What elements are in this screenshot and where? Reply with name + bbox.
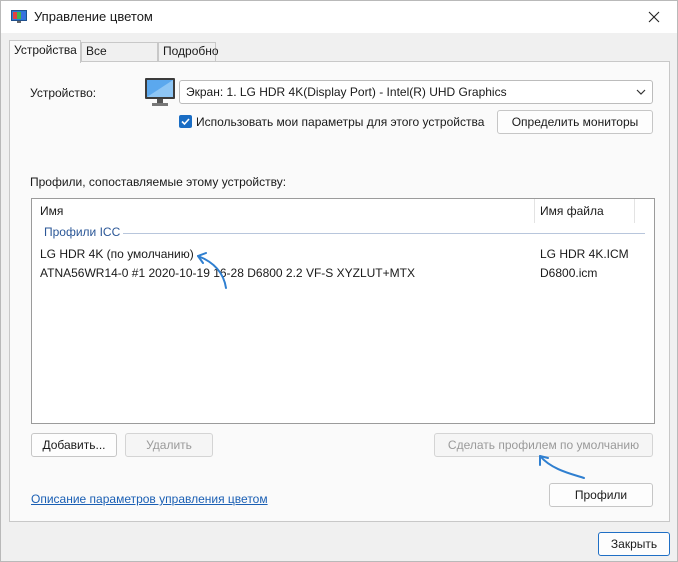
- add-profile-button[interactable]: Добавить...: [31, 433, 117, 457]
- color-management-help-link[interactable]: Описание параметров управления цветом: [31, 492, 268, 506]
- tab-devices[interactable]: Устройства: [9, 40, 81, 63]
- close-icon: [648, 11, 660, 22]
- devices-tab-panel: Устройство: Экран: 1. LG HDR 4K(Display …: [9, 61, 670, 522]
- column-header-name[interactable]: Имя: [40, 199, 63, 223]
- annotation-arrow-icon: [539, 455, 585, 479]
- remove-profile-button[interactable]: Удалить: [125, 433, 213, 457]
- color-management-window: Управление цветом Устройства Все профили…: [0, 0, 678, 562]
- chevron-down-icon: [636, 89, 646, 95]
- close-button[interactable]: Закрыть: [598, 532, 670, 556]
- monitor-icon: [145, 78, 175, 106]
- profile-row-name[interactable]: LG HDR 4K (по умолчанию): [40, 247, 194, 261]
- column-header-filename[interactable]: Имя файла: [540, 199, 604, 223]
- color-management-icon: [11, 10, 27, 23]
- column-separator[interactable]: [634, 199, 635, 223]
- annotation-arrow-icon: [197, 252, 227, 289]
- tab-all-profiles[interactable]: Все профили: [81, 42, 158, 75]
- profiles-button[interactable]: Профили: [549, 483, 653, 507]
- profiles-section-label: Профили, сопоставляемые этому устройству…: [30, 175, 287, 189]
- use-my-settings-checkbox[interactable]: [179, 115, 192, 128]
- close-window-button[interactable]: [631, 1, 677, 32]
- group-label-icc: Профили ICC: [44, 225, 121, 239]
- profiles-list[interactable]: Имя Имя файла Профили ICC LG HDR 4K (по …: [31, 198, 655, 424]
- tab-advanced[interactable]: Подробно: [158, 42, 219, 61]
- use-my-settings-label[interactable]: Использовать мои параметры для этого уст…: [196, 115, 484, 129]
- device-select-value: Экран: 1. LG HDR 4K(Display Port) - Inte…: [186, 85, 507, 99]
- device-select[interactable]: Экран: 1. LG HDR 4K(Display Port) - Inte…: [179, 80, 653, 104]
- identify-monitors-button[interactable]: Определить мониторы: [497, 110, 653, 134]
- title-bar: Управление цветом: [1, 1, 677, 33]
- profile-row-file[interactable]: LG HDR 4K.ICM: [540, 247, 629, 261]
- checkmark-icon: [181, 118, 190, 126]
- group-divider: [123, 233, 645, 234]
- profile-row-file[interactable]: D6800.icm: [540, 266, 597, 280]
- device-label: Устройство:: [30, 86, 97, 100]
- column-separator[interactable]: [534, 199, 535, 223]
- window-title: Управление цветом: [34, 9, 153, 24]
